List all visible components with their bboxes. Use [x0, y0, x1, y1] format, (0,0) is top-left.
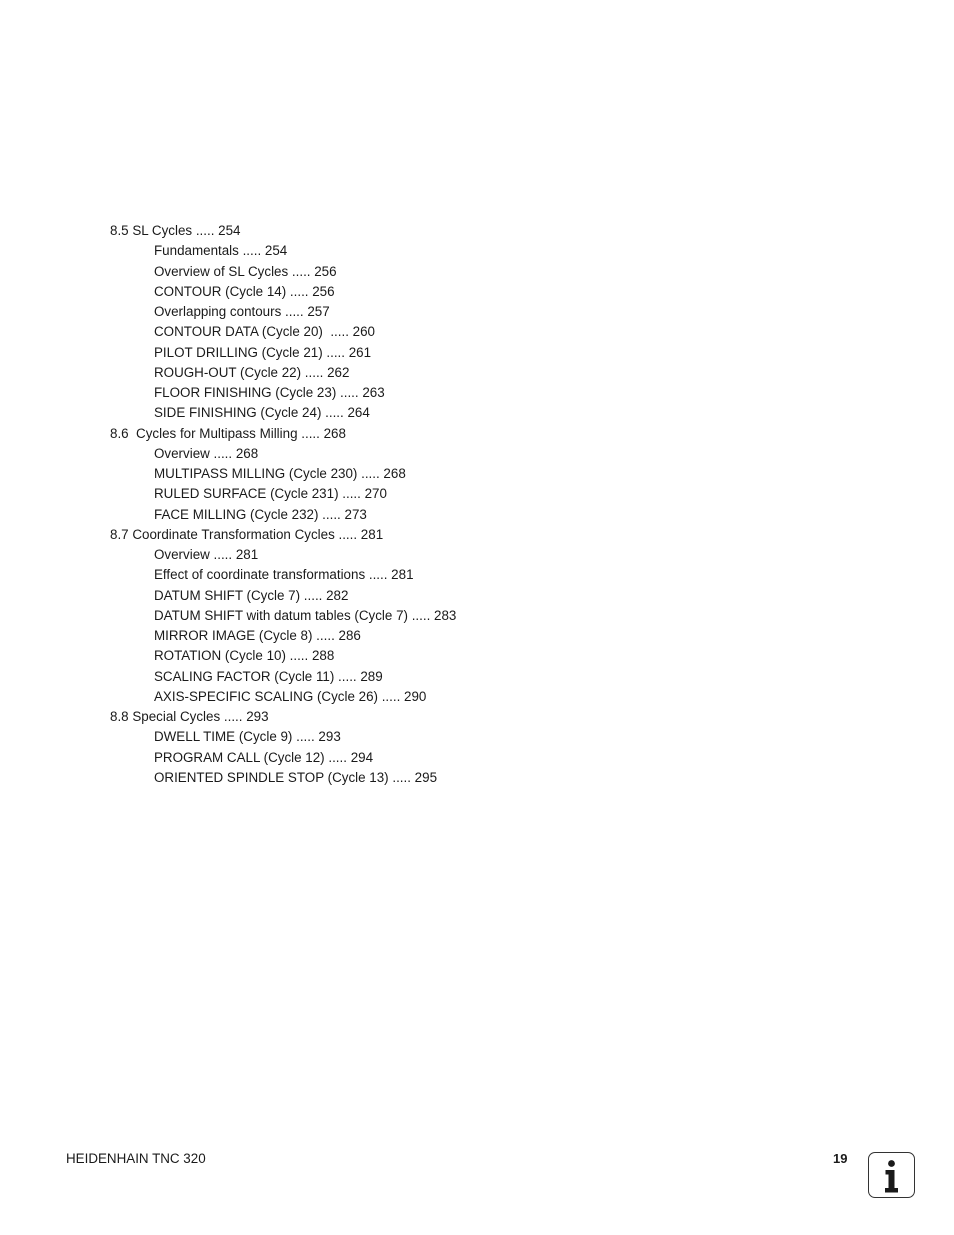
toc-subsection-entry[interactable]: Overlapping contours ..... 257 [110, 302, 710, 322]
table-of-contents: 8.5 SL Cycles ..... 254 Fundamentals ....… [110, 221, 710, 788]
info-glyph-icon [885, 1160, 898, 1193]
toc-section-entry[interactable]: 8.6 Cycles for Multipass Milling ..... 2… [110, 424, 710, 444]
toc-section-entry[interactable]: 8.7 Coordinate Transformation Cycles ...… [110, 525, 710, 545]
page-number: 19 [833, 1151, 848, 1166]
toc-section-entry[interactable]: 8.5 SL Cycles ..... 254 [110, 221, 710, 241]
toc-subsection-entry[interactable]: Effect of coordinate transformations ...… [110, 565, 710, 585]
toc-subsection-entry[interactable]: SCALING FACTOR (Cycle 11) ..... 289 [110, 667, 710, 687]
toc-subsection-entry[interactable]: Overview ..... 268 [110, 444, 710, 464]
toc-subsection-entry[interactable]: SIDE FINISHING (Cycle 24) ..... 264 [110, 403, 710, 423]
toc-subsection-entry[interactable]: AXIS-SPECIFIC SCALING (Cycle 26) ..... 2… [110, 687, 710, 707]
footer-title: HEIDENHAIN TNC 320 [66, 1151, 206, 1166]
toc-subsection-entry[interactable]: DATUM SHIFT (Cycle 7) ..... 282 [110, 586, 710, 606]
toc-subsection-entry[interactable]: ROTATION (Cycle 10) ..... 288 [110, 646, 710, 666]
toc-subsection-entry[interactable]: CONTOUR (Cycle 14) ..... 256 [110, 282, 710, 302]
toc-subsection-entry[interactable]: Overview of SL Cycles ..... 256 [110, 262, 710, 282]
toc-subsection-entry[interactable]: PILOT DRILLING (Cycle 21) ..... 261 [110, 343, 710, 363]
toc-section-entry[interactable]: 8.8 Special Cycles ..... 293 [110, 707, 710, 727]
toc-subsection-entry[interactable]: MULTIPASS MILLING (Cycle 230) ..... 268 [110, 464, 710, 484]
toc-subsection-entry[interactable]: MIRROR IMAGE (Cycle 8) ..... 286 [110, 626, 710, 646]
toc-subsection-entry[interactable]: PROGRAM CALL (Cycle 12) ..... 294 [110, 748, 710, 768]
info-icon [868, 1152, 915, 1198]
toc-subsection-entry[interactable]: DWELL TIME (Cycle 9) ..... 293 [110, 727, 710, 747]
toc-subsection-entry[interactable]: Overview ..... 281 [110, 545, 710, 565]
toc-subsection-entry[interactable]: ROUGH-OUT (Cycle 22) ..... 262 [110, 363, 710, 383]
toc-subsection-entry[interactable]: RULED SURFACE (Cycle 231) ..... 270 [110, 484, 710, 504]
toc-subsection-entry[interactable]: FLOOR FINISHING (Cycle 23) ..... 263 [110, 383, 710, 403]
toc-subsection-entry[interactable]: FACE MILLING (Cycle 232) ..... 273 [110, 505, 710, 525]
toc-subsection-entry[interactable]: ORIENTED SPINDLE STOP (Cycle 13) ..... 2… [110, 768, 710, 788]
toc-subsection-entry[interactable]: Fundamentals ..... 254 [110, 241, 710, 261]
toc-subsection-entry[interactable]: CONTOUR DATA (Cycle 20) ..... 260 [110, 322, 710, 342]
toc-subsection-entry[interactable]: DATUM SHIFT with datum tables (Cycle 7) … [110, 606, 710, 626]
